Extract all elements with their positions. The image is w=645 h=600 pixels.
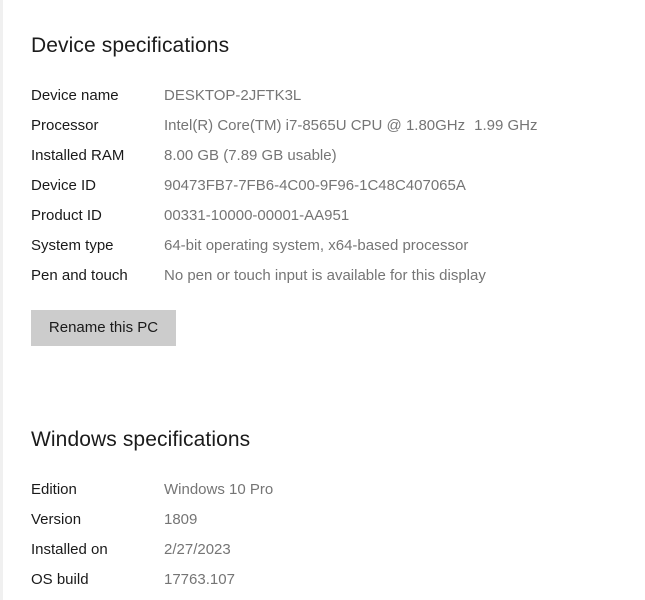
- table-row: OS build 17763.107: [31, 565, 273, 595]
- table-row: Processor Intel(R) Core(TM) i7-8565U CPU…: [31, 111, 538, 141]
- device-specifications-table: Device name DESKTOP-2JFTK3L Processor In…: [31, 81, 538, 291]
- spec-value-system-type: 64-bit operating system, x64-based proce…: [164, 237, 469, 254]
- windows-specifications-table: Edition Windows 10 Pro Version 1809 Inst…: [31, 475, 273, 595]
- spec-value-processor: Intel(R) Core(TM) i7-8565U CPU @ 1.80GHz…: [164, 111, 538, 141]
- spec-value-installed-on: 2/27/2023: [164, 541, 231, 558]
- spec-value-processor-clock: 1.99 GHz: [474, 117, 538, 134]
- spec-label-version: Version: [31, 511, 82, 528]
- spec-label-product-id: Product ID: [31, 207, 102, 224]
- spec-value-installed-ram: 8.00 GB (7.89 GB usable): [164, 147, 337, 164]
- spec-value-device-id: 90473FB7-7FB6-4C00-9F96-1C48C407065A: [164, 177, 466, 194]
- spec-label-pen-and-touch: Pen and touch: [31, 267, 128, 284]
- windows-specifications-section: Windows specifications Edition Windows 1…: [31, 427, 273, 595]
- spec-value-os-build: 17763.107: [164, 571, 235, 588]
- spec-label-system-type: System type: [31, 237, 114, 254]
- table-row: Device name DESKTOP-2JFTK3L: [31, 81, 538, 111]
- spec-value-product-id: 00331-10000-00001-AA951: [164, 207, 350, 224]
- windows-specifications-heading: Windows specifications: [31, 428, 251, 451]
- device-specifications-heading: Device specifications: [31, 34, 230, 57]
- spec-value-device-name: DESKTOP-2JFTK3L: [164, 87, 302, 104]
- spec-label-edition: Edition: [31, 481, 77, 498]
- table-row: Product ID 00331-10000-00001-AA951: [31, 201, 538, 231]
- table-row: System type 64-bit operating system, x64…: [31, 231, 538, 261]
- rename-this-pc-button[interactable]: Rename this PC: [31, 310, 176, 346]
- table-row: Version 1809: [31, 505, 273, 535]
- about-settings-page: Device specifications Device name DESKTO…: [0, 0, 645, 600]
- spec-label-processor: Processor: [31, 117, 99, 134]
- spec-label-device-name: Device name: [31, 87, 119, 104]
- device-specifications-section: Device specifications Device name DESKTO…: [31, 33, 538, 291]
- table-row: Installed RAM 8.00 GB (7.89 GB usable): [31, 141, 538, 171]
- table-row: Device ID 90473FB7-7FB6-4C00-9F96-1C48C4…: [31, 171, 538, 201]
- table-row: Installed on 2/27/2023: [31, 535, 273, 565]
- spec-label-installed-ram: Installed RAM: [31, 147, 125, 164]
- spec-value-version: 1809: [164, 511, 198, 528]
- table-row: Pen and touch No pen or touch input is a…: [31, 261, 538, 291]
- spec-label-installed-on: Installed on: [31, 541, 108, 558]
- spec-label-device-id: Device ID: [31, 177, 97, 194]
- spec-value-edition: Windows 10 Pro: [164, 481, 274, 498]
- spec-value-processor-model: Intel(R) Core(TM) i7-8565U CPU @ 1.80GHz: [164, 117, 466, 134]
- table-row: Edition Windows 10 Pro: [31, 475, 273, 505]
- spec-value-pen-and-touch: No pen or touch input is available for t…: [164, 267, 486, 284]
- spec-label-os-build: OS build: [31, 571, 89, 588]
